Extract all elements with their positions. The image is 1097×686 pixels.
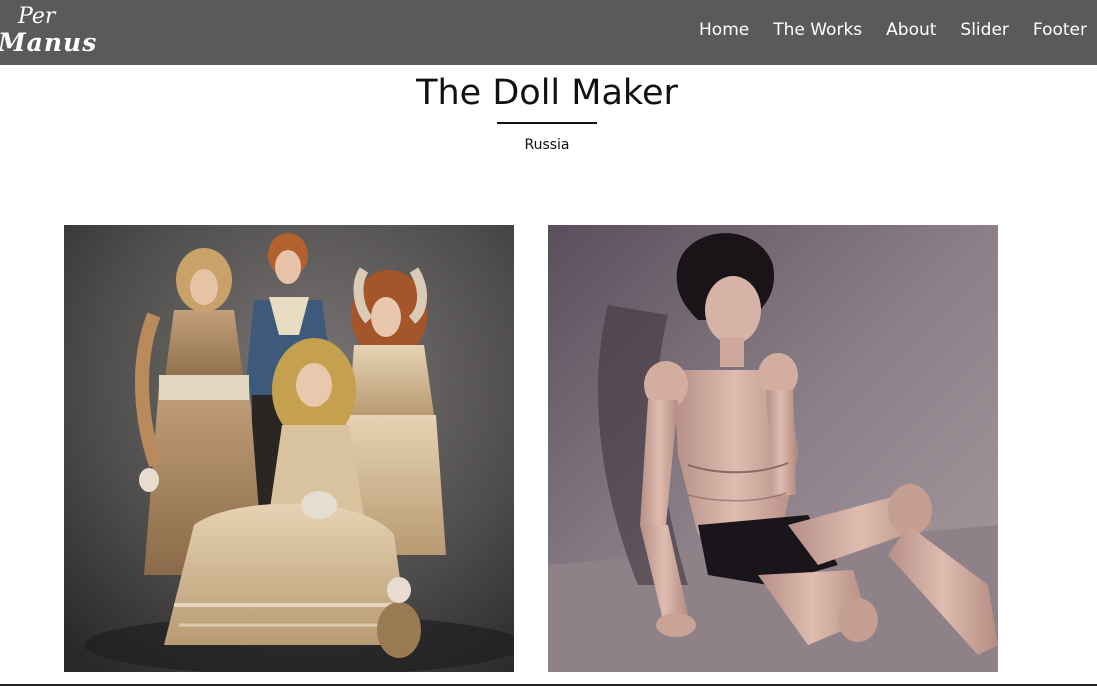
page: Per Manus Home The Works About Slider Fo… [0,0,1097,686]
site-logo[interactable]: Per Manus [0,0,110,65]
logo-text-manus: Manus [0,28,97,57]
page-title: The Doll Maker [416,73,678,113]
nav-about[interactable]: About [886,18,936,42]
nav-footer[interactable]: Footer [1033,18,1087,42]
main-nav: Home The Works About Slider Footer [699,18,1087,42]
title-divider [497,122,597,124]
page-subtitle: Russia [524,137,570,153]
nav-slider[interactable]: Slider [960,18,1008,42]
logo-text-per: Per [17,4,57,29]
gallery-image-doll-group[interactable] [64,225,514,672]
nav-the-works[interactable]: The Works [773,18,862,42]
top-navbar: Per Manus Home The Works About Slider Fo… [0,0,1097,65]
nav-home[interactable]: Home [699,18,749,42]
gallery-image-jointed-doll[interactable] [548,225,998,672]
